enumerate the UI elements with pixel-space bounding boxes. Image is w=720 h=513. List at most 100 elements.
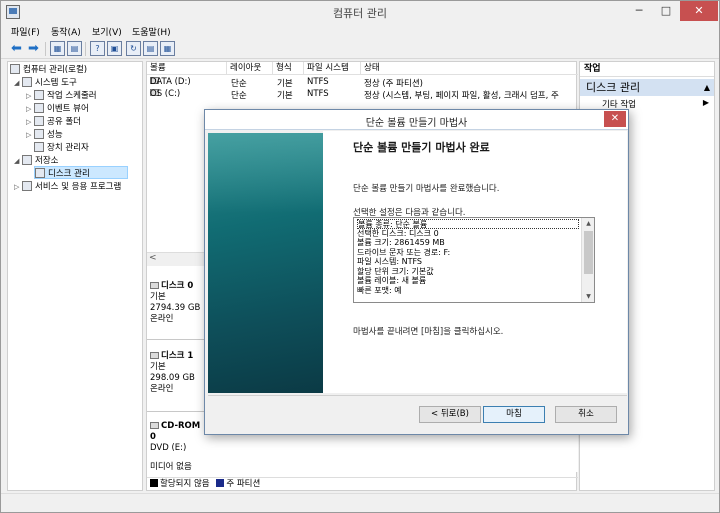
disk-name: 디스크 0 [150,281,208,292]
disk-status: 미디어 없음 [150,462,192,472]
completed-text: 단순 볼륨 만들기 마법사를 완료했습니다. [353,184,500,194]
disk-icon [150,352,159,359]
computer-icon [10,64,20,74]
disk-name: 디스크 1 [150,351,208,362]
settings-summary-textbox[interactable]: 볼륨 종류: 단순 볼륨 선택한 디스크: 디스크 0 볼륨 크기: 28614… [353,217,595,303]
expand-icon[interactable]: ▷ [14,183,22,191]
tree-label: 장치 관리자 [47,143,89,153]
volume-name: DATA (D:) [150,77,191,87]
summary-line: 빠른 포맷: 예 [357,285,402,295]
tree-label: 디스크 관리 [48,169,90,179]
tree-label: 공유 폴더 [47,117,81,127]
finish-button[interactable]: 마침 [483,406,545,423]
show-console-tree-icon[interactable]: ▤ [67,41,82,56]
collapse-up-icon[interactable]: ▲ [704,79,710,96]
tree-item-disk-management[interactable]: 디스크 관리 [34,166,128,179]
disk-status: 온라인 [150,314,174,324]
cancel-button[interactable]: 취소 [555,406,617,423]
cdrom-label[interactable]: CD-ROM 0 DVD (E:) 미디어 없음 [150,421,208,473]
menu-file[interactable]: 파일(F) [11,25,40,38]
scroll-thumb[interactable] [584,231,593,274]
tree-item-performance[interactable]: ▷ 성능 [26,128,63,141]
title-bar: 컴퓨터 관리 ─ □ ✕ [1,1,719,23]
export-list-icon[interactable]: ▤ [143,41,158,56]
tree-item-event-viewer[interactable]: ▷ 이벤트 뷰어 [26,102,89,115]
collapse-icon[interactable]: ◢ [14,79,22,87]
back-button[interactable]: < 뒤로(B) [419,406,481,423]
tree-label: 작업 스케줄러 [47,91,97,101]
dialog-close-button[interactable]: ✕ [604,111,626,127]
tree-item-services-apps[interactable]: ▷ 서비스 및 응용 프로그램 [14,180,121,193]
summary-line: 선택한 디스크: 디스크 0 [357,228,439,238]
summary-line: 볼륨 종류: 단순 볼륨 [357,219,579,229]
volume-name: OS (C:) [150,89,181,99]
volume-type-cell: 기본 [277,79,293,89]
vertical-scrollbar[interactable]: ▲ ▼ [581,218,594,302]
menu-help[interactable]: 도움말(H) [132,25,171,38]
tree-label: 컴퓨터 관리(로컬) [23,65,88,75]
wizard-banner-image [208,133,323,393]
menu-view[interactable]: 보기(V) [92,25,122,38]
column-header-volume[interactable]: 볼륨 [147,62,227,75]
tree-item-task-scheduler[interactable]: ▷ 작업 스케줄러 [26,89,97,102]
tree-item-root[interactable]: 컴퓨터 관리(로컬) [10,63,87,76]
disk-0-label[interactable]: 디스크 0 기본 2794.39 GB 온라인 [150,281,208,325]
device-manager-icon [34,142,44,152]
maximize-button[interactable]: □ [653,1,679,21]
wizard-body: 단순 볼륨 만들기 마법사 완료 단순 볼륨 만들기 마법사를 완료했습니다. … [323,131,627,393]
disk-1-label[interactable]: 디스크 1 기본 298.09 GB 온라인 [150,351,208,395]
divider [208,395,627,396]
expand-icon[interactable]: ▷ [26,131,34,139]
tree-label: 서비스 및 응용 프로그램 [35,182,122,192]
refresh-icon[interactable]: ↻ [126,41,141,56]
column-header-type[interactable]: 형식 [273,62,304,75]
dialog-title: 단순 볼륨 만들기 마법사 [365,118,468,129]
wizard-heading: 단순 볼륨 만들기 마법사 완료 [353,141,490,154]
tree-item-shared-folders[interactable]: ▷ 공유 폴더 [26,115,81,128]
tree-item-system-tools[interactable]: ◢ 시스템 도구 [14,76,77,89]
column-header-layout[interactable]: 레이아웃 [227,62,273,75]
up-folder-icon[interactable]: ▦ [50,41,65,56]
legend-unallocated: 할당되지 않음 [160,479,210,489]
console-tree: 컴퓨터 관리(로컬) ◢ 시스템 도구 ▷ 작업 스케줄러 ▷ 이벤트 뷰어 ▷ 공유 … [7,61,143,491]
services-icon [22,181,32,191]
toolbar-separator [85,42,86,56]
scroll-down-icon[interactable]: ▼ [582,291,594,302]
clock-icon [34,90,44,100]
volume-status-cell: 정상 (주 파티션) [364,79,423,89]
scroll-up-icon[interactable]: ▲ [582,218,594,229]
disk-status: 온라인 [150,384,174,394]
collapse-icon[interactable]: ◢ [14,157,22,165]
column-header-file-system[interactable]: 파일 시스템 [304,62,361,75]
disk-icon [150,282,159,289]
forward-arrow-icon[interactable]: ➡ [26,41,41,56]
section-label: 디스크 관리 [586,81,641,94]
tools-icon [22,77,32,87]
table-row[interactable]: DATA (D:) 단순 기본 NTFS 정상 (주 파티션) [147,77,578,89]
summary-line: 볼륨 크기: 2861459 MB [357,238,445,247]
table-row[interactable]: OS (C:) 단순 기본 NTFS 정상 (시스템, 부팅, 페이지 파일, … [147,89,578,101]
properties-icon[interactable]: ▣ [107,41,122,56]
minimize-button[interactable]: ─ [626,1,652,21]
view-icon[interactable]: ▦ [160,41,175,56]
close-hint: 마법사를 끝내려면 [마침]을 클릭하십시오. [353,327,504,337]
disk-type: 기본 [150,362,166,372]
scroll-left-icon[interactable]: < [149,253,157,263]
back-arrow-icon[interactable]: ⬅ [9,41,24,56]
shared-folder-icon [34,116,44,126]
expand-icon[interactable]: ▷ [26,105,34,113]
menu-action[interactable]: 동작(A) [51,25,81,38]
column-header-status[interactable]: 상태 [361,62,578,75]
event-viewer-icon [34,103,44,113]
volume-status-cell: 정상 (시스템, 부팅, 페이지 파일, 활성, 크래시 덤프, 주 [364,91,559,101]
close-button[interactable]: ✕ [680,1,718,21]
expand-icon[interactable]: ▷ [26,92,34,100]
actions-section-disk-management[interactable]: 디스크 관리 ▲ [580,79,714,96]
expand-icon[interactable]: ▷ [26,118,34,126]
legend-primary: 주 파티션 [226,479,261,489]
disk-size: 298.09 GB [150,373,195,383]
tree-item-device-manager[interactable]: 장치 관리자 [34,141,89,154]
volume-fs-cell: NTFS [307,77,329,87]
help-icon[interactable]: ? [90,41,105,56]
